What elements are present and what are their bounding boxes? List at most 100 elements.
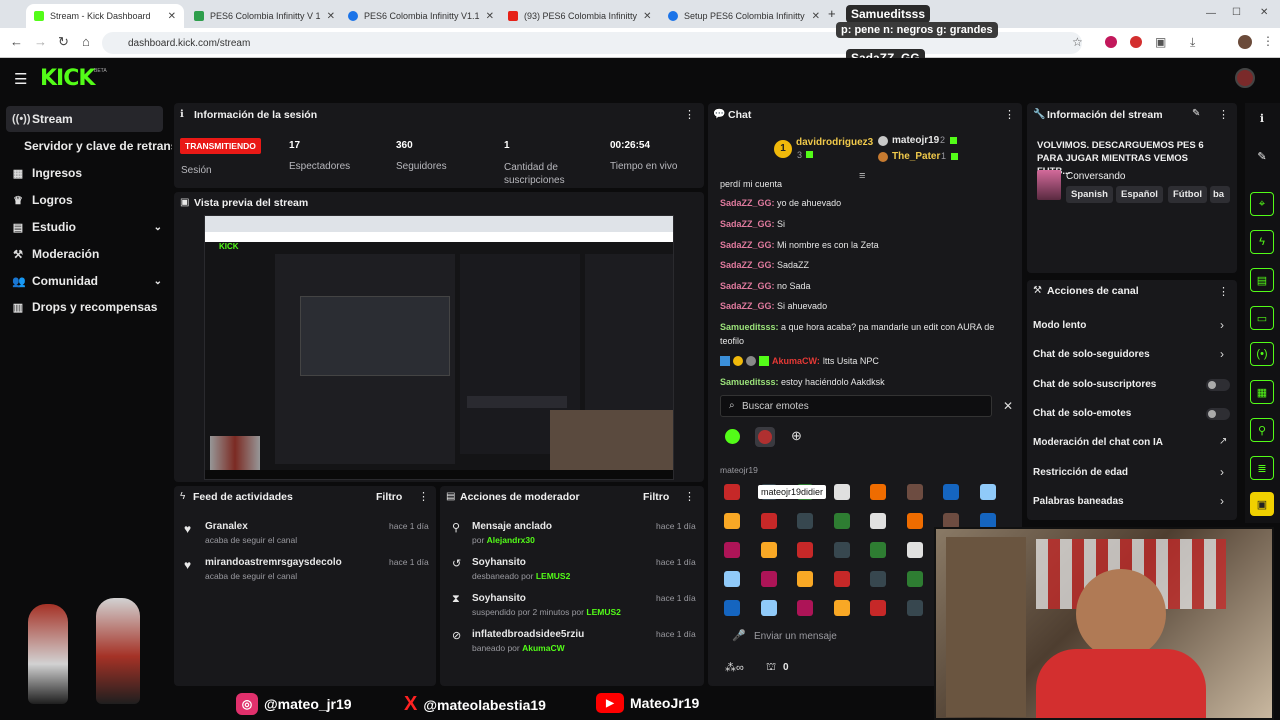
profile-avatar[interactable] (1238, 35, 1252, 49)
emote-icon[interactable] (833, 542, 850, 558)
browser-tab[interactable]: Stream - Kick Dashboard ✕ (26, 4, 184, 28)
emote-icon[interactable] (724, 484, 740, 500)
mod-item-user[interactable]: AkumaCW (522, 643, 565, 653)
close-icon[interactable]: ✕ (812, 11, 820, 22)
stack-icon[interactable]: ≣ (1250, 456, 1274, 480)
gifter-name[interactable]: davidrodriguez3 (796, 137, 873, 148)
close-icon[interactable]: ✕ (486, 11, 494, 22)
extensions-puzzle-icon[interactable]: ▣ (1155, 35, 1166, 49)
tag-chip[interactable]: Fútbol (1168, 186, 1208, 203)
emote-icon[interactable] (870, 513, 886, 529)
stream-preview-video[interactable]: KICK (204, 215, 674, 480)
kebab-menu-icon[interactable]: ⋮ (1004, 108, 1015, 121)
sidebar-item-comunidad[interactable]: 👥 Comunidad ⌄ (12, 270, 162, 292)
action-slow-mode[interactable]: Modo lento (1033, 320, 1086, 331)
emote-icon[interactable] (906, 513, 923, 529)
sidebar-item-estudio[interactable]: ▤ Estudio ⌄ (12, 216, 162, 238)
extension-icon[interactable] (1105, 36, 1117, 48)
chevron-right-icon[interactable]: › (1220, 494, 1224, 508)
emote-icon[interactable] (906, 542, 923, 558)
document-icon[interactable]: ▤ (1250, 268, 1274, 292)
reload-icon[interactable]: ↻ (58, 34, 69, 50)
infinity-icon[interactable]: ⁂∞ (725, 661, 744, 674)
kebab-menu-icon[interactable]: ⋮ (684, 490, 695, 503)
action-emotes-only[interactable]: Chat de solo-emotes (1033, 408, 1131, 419)
emote-icon[interactable] (760, 542, 777, 558)
new-tab-button[interactable]: + (828, 6, 836, 21)
mod-filter-button[interactable]: Filtro (643, 491, 669, 503)
message-user[interactable]: SadaZZ_GG: (720, 219, 775, 229)
wrench-icon[interactable]: ⚲ (1250, 418, 1274, 442)
sidebar-item-moderacion[interactable]: ⚒ Moderación (12, 243, 99, 265)
emote-icon[interactable] (760, 513, 777, 529)
feed-filter-button[interactable]: Filtro (376, 491, 402, 503)
microphone-icon[interactable]: 🎤 (732, 629, 746, 642)
close-window-icon[interactable]: ✕ (1260, 7, 1268, 18)
hamburger-menu-icon[interactable]: ☰ (14, 70, 27, 88)
tag-chip[interactable]: Spanish (1066, 186, 1113, 203)
globe-icon[interactable]: ⊕ (791, 428, 802, 444)
layout-icon[interactable]: ▦ (1250, 380, 1274, 404)
action-age-restriction[interactable]: Restricción de edad (1033, 467, 1128, 478)
edit-pencil-icon[interactable]: ✎ (1250, 144, 1274, 168)
emote-icon[interactable] (797, 513, 813, 529)
mod-item-user[interactable]: LEMUS2 (586, 607, 620, 617)
home-icon[interactable]: ⌂ (82, 34, 90, 49)
emote-icon[interactable] (979, 484, 996, 500)
mod-item-user[interactable]: Alejandrx30 (487, 535, 535, 545)
subscribers-only-toggle[interactable] (1206, 379, 1230, 391)
channel-emotes-tab[interactable] (755, 427, 775, 447)
message-user[interactable]: AkumaCW: (772, 356, 820, 366)
gifter-name[interactable]: The_Pater (892, 151, 940, 162)
message-user[interactable]: SadaZZ_GG: (720, 281, 775, 291)
focus-icon[interactable]: ⌖ (1250, 192, 1274, 216)
gifter-name[interactable]: mateojr19 (892, 135, 939, 146)
browser-tab[interactable]: PES6 Colombia Infinitty V1.1 ✕ (340, 4, 498, 28)
emote-icon[interactable] (833, 600, 850, 616)
sidebar-item-logros[interactable]: ♛ Logros (12, 189, 73, 211)
browser-tab[interactable]: Setup PES6 Colombia Infinitty ✕ (660, 4, 828, 28)
category-name[interactable]: Conversando (1066, 171, 1125, 182)
back-icon[interactable]: ← (10, 34, 23, 49)
message-user[interactable]: Samueditsss: (720, 322, 779, 332)
info-icon[interactable]: ℹ (1250, 106, 1274, 130)
action-ai-moderation[interactable]: Moderación del chat con IA (1033, 437, 1163, 448)
emote-icon[interactable] (870, 484, 886, 500)
close-icon[interactable]: ✕ (643, 11, 651, 22)
gift-icon[interactable]: ▣ (1250, 492, 1274, 516)
emote-icon[interactable] (906, 484, 923, 500)
external-link-icon[interactable]: ↗ (1219, 436, 1227, 447)
emote-icon[interactable] (797, 542, 813, 558)
emote-icon[interactable] (797, 571, 813, 587)
message-user[interactable]: SadaZZ_GG: (720, 240, 775, 250)
emote-icon[interactable] (833, 571, 850, 587)
kebab-menu-icon[interactable]: ⋮ (1262, 34, 1274, 48)
emote-icon[interactable] (906, 571, 923, 587)
kick-logo[interactable]: KICK (40, 66, 95, 91)
emote-icon[interactable] (833, 484, 850, 500)
kebab-menu-icon[interactable]: ⋮ (684, 108, 695, 121)
browser-tab[interactable]: (93) PES6 Colombia Infinitty ✕ (500, 4, 658, 28)
emote-icon[interactable] (943, 484, 959, 500)
sidebar-item-ingresos[interactable]: ▦ Ingresos (12, 162, 82, 184)
chevron-right-icon[interactable]: › (1220, 347, 1224, 361)
tag-chip[interactable]: Español (1116, 186, 1163, 203)
emote-icon[interactable] (724, 513, 740, 529)
download-icon[interactable]: ⤓ (1190, 35, 1195, 50)
kebab-menu-icon[interactable]: ⋮ (1218, 285, 1229, 298)
kebab-menu-icon[interactable]: ⋮ (418, 490, 429, 503)
close-icon[interactable]: ✕ (327, 11, 335, 22)
collapse-handle-icon[interactable]: ≡ (859, 170, 865, 182)
emote-icon[interactable] (870, 542, 886, 558)
mod-item-user[interactable]: LEMUS2 (536, 571, 570, 581)
user-avatar[interactable] (1235, 68, 1255, 88)
bookmark-star-icon[interactable]: ☆ (1072, 35, 1083, 49)
action-subscribers-only[interactable]: Chat de solo-suscriptores (1033, 379, 1156, 390)
emotes-only-toggle[interactable] (1206, 408, 1230, 420)
emote-icon[interactable] (724, 542, 740, 558)
chevron-right-icon[interactable]: › (1220, 465, 1224, 479)
lightning-icon[interactable]: ϟ (1250, 230, 1274, 254)
maximize-icon[interactable]: ☐ (1232, 7, 1241, 18)
emote-icon[interactable] (760, 571, 777, 587)
emote-icon[interactable] (724, 600, 740, 616)
